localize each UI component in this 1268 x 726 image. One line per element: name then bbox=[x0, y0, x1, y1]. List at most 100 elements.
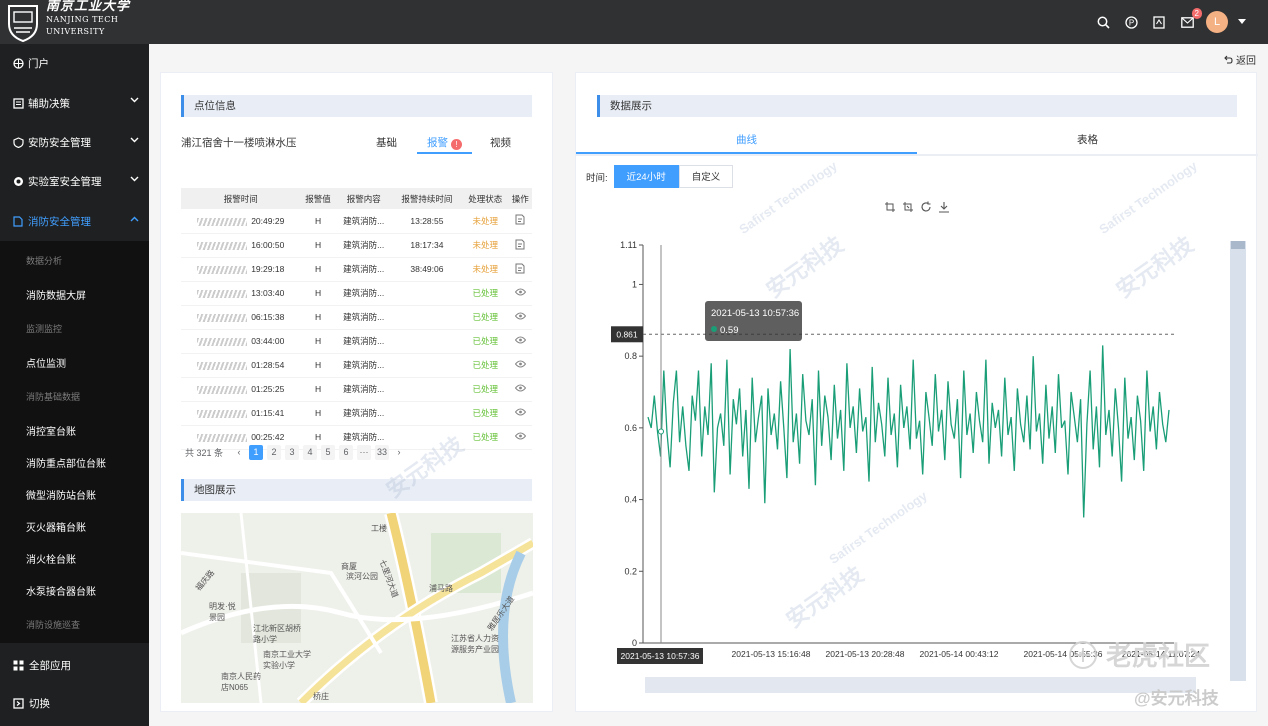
submenu-item-fire-dashboard[interactable]: 消防数据大屏 bbox=[0, 279, 149, 311]
avatar[interactable]: L bbox=[1206, 11, 1228, 33]
download-icon[interactable] bbox=[938, 201, 950, 213]
point-tabs: 基础 报警! 视频 bbox=[366, 132, 521, 154]
cell-status: 未处理 bbox=[461, 257, 509, 282]
cell-duration: 38:49:06 bbox=[391, 257, 462, 282]
sidebar-item-security[interactable]: 安防安全管理 bbox=[0, 123, 149, 162]
line-chart[interactable]: 00.20.40.60.811.112021-05-13 10:04:24202… bbox=[576, 223, 1258, 703]
back-button[interactable]: 返回 bbox=[1224, 52, 1256, 67]
table-row[interactable]: 13:03:40 H 建筑消防... 已处理 bbox=[181, 281, 532, 306]
map-title: 地图展示 bbox=[181, 479, 532, 501]
switch-icon bbox=[13, 697, 24, 709]
edit-icon[interactable] bbox=[515, 214, 525, 225]
cell-time-text: 19:29:18 bbox=[251, 264, 285, 274]
sidebar-item-decision[interactable]: 辅助决策 bbox=[0, 83, 149, 122]
tab-video[interactable]: 视频 bbox=[480, 132, 521, 154]
pointer-x-label: 2021-05-13 10:57:36 bbox=[621, 651, 700, 661]
caret-down-icon[interactable] bbox=[1238, 19, 1246, 25]
cell-time: 20:49:29 bbox=[181, 209, 301, 234]
sidebar-item-portal[interactable]: 门户 bbox=[0, 44, 149, 83]
submenu-group-header: 消防基础数据 bbox=[26, 392, 81, 403]
edit-icon[interactable] bbox=[515, 239, 525, 250]
view-icon[interactable] bbox=[514, 312, 526, 320]
zoom-icon[interactable] bbox=[884, 201, 896, 213]
chevron-up-icon bbox=[130, 216, 139, 222]
vertical-zoom-slider bbox=[1230, 241, 1246, 681]
prev-page-button[interactable]: ‹ bbox=[232, 445, 246, 460]
cell-duration: 13:28:55 bbox=[391, 209, 462, 234]
map-view[interactable]: 工楼 七里河大道 浦马路 明发·悦景园 江北新区胡桥路小学 南京工业大学实验小学… bbox=[181, 513, 533, 703]
submenu-item-mini-station[interactable]: 微型消防站台账 bbox=[0, 479, 149, 511]
submenu-item-extinguisher-box[interactable]: 灭火器箱台账 bbox=[0, 511, 149, 543]
page-button[interactable]: 2 bbox=[267, 445, 282, 460]
all-apps-button[interactable]: 全部应用 bbox=[0, 646, 149, 684]
tab-table[interactable]: 表格 bbox=[917, 124, 1258, 154]
page-button[interactable]: 4 bbox=[303, 445, 318, 460]
tab-basic[interactable]: 基础 bbox=[366, 132, 407, 154]
submenu-item-key-parts[interactable]: 消防重点部位台账 bbox=[0, 447, 149, 479]
tab-curve[interactable]: 曲线 bbox=[576, 124, 917, 154]
edit-icon[interactable] bbox=[515, 263, 525, 274]
last-24h-button[interactable]: 近24小时 bbox=[613, 165, 679, 188]
cell-content: 建筑消防... bbox=[335, 281, 392, 306]
blurred-date bbox=[197, 313, 248, 322]
table-row[interactable]: 16:00:50 H 建筑消防... 18:17:34 未处理 bbox=[181, 233, 532, 258]
page-button[interactable]: 33 bbox=[375, 445, 390, 460]
university-name-en-1: NANJING TECH bbox=[46, 15, 119, 24]
column-header: 操作 bbox=[508, 188, 532, 209]
tooltip-time: 2021-05-13 10:57:36 bbox=[711, 308, 799, 319]
custom-range-button[interactable]: 自定义 bbox=[678, 165, 734, 188]
cell-content: 建筑消防... bbox=[335, 377, 392, 402]
table-row[interactable]: 19:29:18 H 建筑消防... 38:49:06 未处理 bbox=[181, 257, 532, 282]
cell-duration bbox=[391, 281, 462, 306]
page-button[interactable]: 5 bbox=[321, 445, 336, 460]
view-icon[interactable] bbox=[514, 360, 526, 368]
sidebar-item-lab[interactable]: 实验室安全管理 bbox=[0, 162, 149, 201]
page-button[interactable]: ··· bbox=[357, 445, 372, 460]
table-row[interactable]: 01:28:54 H 建筑消防... 已处理 bbox=[181, 353, 532, 378]
help-icon[interactable]: P bbox=[1122, 13, 1140, 31]
submenu-item-point-monitor[interactable]: 点位监测 bbox=[0, 347, 149, 379]
submenu-item-control-room[interactable]: 消控室台账 bbox=[0, 415, 149, 447]
page-button[interactable]: 6 bbox=[339, 445, 354, 460]
zoom-reset-icon[interactable] bbox=[902, 201, 914, 213]
blurred-date bbox=[197, 361, 248, 370]
cell-duration bbox=[391, 305, 462, 330]
table-row[interactable]: 20:49:29 H 建筑消防... 13:28:55 未处理 bbox=[181, 209, 532, 234]
series-line bbox=[647, 345, 1170, 518]
page-button[interactable]: 1 bbox=[249, 445, 264, 460]
table-row[interactable]: 03:44:00 H 建筑消防... 已处理 bbox=[181, 329, 532, 354]
submenu-item-pump-adapter[interactable]: 水泵接合器台账 bbox=[0, 575, 149, 607]
view-icon[interactable] bbox=[514, 408, 526, 416]
next-page-button[interactable]: › bbox=[392, 445, 406, 460]
tooltip-value: 0.59 bbox=[720, 325, 739, 336]
document-icon[interactable] bbox=[1150, 13, 1168, 31]
view-icon[interactable] bbox=[514, 288, 526, 296]
cell-value: H bbox=[300, 233, 336, 258]
view-icon[interactable] bbox=[514, 336, 526, 344]
switch-label: 切换 bbox=[29, 697, 50, 710]
mail-icon[interactable]: 2 bbox=[1178, 8, 1202, 31]
tab-alarm[interactable]: 报警! bbox=[417, 132, 472, 154]
view-icon[interactable] bbox=[514, 384, 526, 392]
submenu-item-hydrant[interactable]: 消火栓台账 bbox=[0, 543, 149, 575]
refresh-icon[interactable] bbox=[920, 201, 932, 213]
cell-time-text: 01:28:54 bbox=[251, 360, 285, 370]
sidebar-item-fire[interactable]: 消防安全管理 bbox=[0, 202, 149, 241]
cell-content: 建筑消防... bbox=[335, 305, 392, 330]
search-icon[interactable] bbox=[1094, 13, 1112, 31]
switch-button[interactable]: 切换 bbox=[0, 684, 149, 722]
alarm-table: 报警时间 报警值 报警内容 报警持续时间 处理状态 操作 20:49:29 H 建筑消防...… bbox=[181, 188, 532, 450]
view-icon[interactable] bbox=[514, 432, 526, 440]
blurred-date bbox=[197, 433, 248, 442]
cell-time-text: 03:44:00 bbox=[251, 336, 285, 346]
column-header: 报警持续时间 bbox=[391, 188, 462, 209]
cell-time: 01:28:54 bbox=[181, 353, 301, 378]
page-button[interactable]: 3 bbox=[285, 445, 300, 460]
table-row[interactable]: 01:25:25 H 建筑消防... 已处理 bbox=[181, 377, 532, 402]
cell-action bbox=[508, 377, 532, 402]
table-row[interactable]: 06:15:38 H 建筑消防... 已处理 bbox=[181, 305, 532, 330]
map-label: 浦马路 bbox=[429, 584, 453, 593]
table-row[interactable]: 01:15:41 H 建筑消防... 已处理 bbox=[181, 401, 532, 426]
lab-icon bbox=[13, 176, 24, 187]
tab-label: 报警 bbox=[427, 137, 448, 149]
